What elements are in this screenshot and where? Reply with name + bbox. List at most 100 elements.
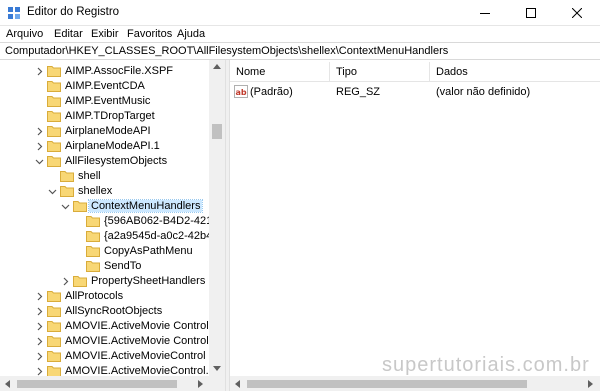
tree-item-label: AllProtocols xyxy=(65,290,124,302)
watermark: supertutoriais.com.br xyxy=(382,354,590,376)
folder-icon xyxy=(86,246,100,257)
tree-item[interactable]: AirplaneModeAPI.1 xyxy=(0,139,210,154)
tree-item-label: ContextMenuHandlers xyxy=(87,199,204,213)
chevron-right-icon[interactable] xyxy=(35,127,44,136)
folder-icon xyxy=(47,336,61,347)
title-bar[interactable]: Editor do Registro xyxy=(0,0,600,26)
tree-item[interactable]: SendTo xyxy=(0,259,210,274)
tree-item[interactable]: AMOVIE.ActiveMovie Control xyxy=(0,319,210,334)
chevron-right-icon[interactable] xyxy=(61,277,70,286)
tree-item-label: AIMP.TDropTarget xyxy=(65,110,155,122)
close-icon xyxy=(572,8,582,18)
value-type: REG_SZ xyxy=(336,86,381,98)
folder-icon xyxy=(47,96,61,107)
folder-icon xyxy=(60,171,74,182)
scroll-up-arrow-icon[interactable] xyxy=(213,64,221,69)
chevron-down-icon[interactable] xyxy=(61,202,70,211)
column-header-tipo[interactable]: Tipo xyxy=(336,66,357,78)
folder-icon xyxy=(73,201,87,212)
tree-item-label: AIMP.EventCDA xyxy=(65,80,145,92)
tree-item[interactable]: AIMP.TDropTarget xyxy=(0,109,210,124)
tree-item-label: shell xyxy=(78,170,101,182)
tree-item[interactable]: PropertySheetHandlers xyxy=(0,274,210,289)
list-horizontal-scrollbar[interactable] xyxy=(230,376,600,391)
tree-vertical-scrollbar[interactable] xyxy=(209,60,225,376)
string-value-icon: ab xyxy=(234,85,248,98)
chevron-right-icon[interactable] xyxy=(35,352,44,361)
tree-item[interactable]: AIMP.AssocFile.XSPF xyxy=(0,64,210,79)
tree-item-label: AirplaneModeAPI xyxy=(65,125,151,137)
scroll-right-arrow-icon[interactable] xyxy=(588,380,593,388)
address-path[interactable]: Computador\HKEY_CLASSES_ROOT\AllFilesyst… xyxy=(5,45,448,57)
tree-item[interactable]: {a2a9545d-a0c2-42b4-97 xyxy=(0,229,225,244)
folder-icon xyxy=(73,276,87,287)
menu-arquivo[interactable]: Arquivo xyxy=(6,28,43,40)
tree-item[interactable]: CopyAsPathMenu xyxy=(0,244,210,259)
folder-icon xyxy=(47,156,61,167)
value-name: (Padrão) xyxy=(250,86,293,98)
chevron-right-icon[interactable] xyxy=(35,292,44,301)
chevron-right-icon[interactable] xyxy=(35,337,44,346)
list-hscroll-thumb[interactable] xyxy=(247,380,527,388)
list-item[interactable]: ab (Padrão) REG_SZ (valor não definido) xyxy=(230,84,600,100)
tree-item-label: PropertySheetHandlers xyxy=(91,275,206,287)
tree-item-label: {596AB062-B4D2-4215-9 xyxy=(104,215,225,227)
menu-exibir[interactable]: Exibir xyxy=(91,28,119,40)
tree-item[interactable]: AllProtocols xyxy=(0,289,210,304)
column-header-dados[interactable]: Dados xyxy=(436,66,468,78)
tree-item-label: shellex xyxy=(78,185,113,197)
tree-item[interactable]: AIMP.EventMusic xyxy=(0,94,210,109)
address-bar[interactable]: Computador\HKEY_CLASSES_ROOT\AllFilesyst… xyxy=(0,42,600,60)
chevron-right-icon[interactable] xyxy=(35,367,44,376)
minimize-button[interactable] xyxy=(462,0,508,26)
tree-hscroll-thumb[interactable] xyxy=(17,380,177,388)
tree-item[interactable]: AllFilesystemObjects xyxy=(0,154,210,169)
tree-item[interactable]: AirplaneModeAPI xyxy=(0,124,210,139)
folder-icon xyxy=(47,306,61,317)
tree-item[interactable]: AMOVIE.ActiveMovieControl xyxy=(0,349,210,364)
tree-item-label: AMOVIE.ActiveMovie Control.2 xyxy=(65,335,218,347)
chevron-right-icon[interactable] xyxy=(35,322,44,331)
scroll-down-arrow-icon[interactable] xyxy=(213,366,221,371)
minimize-icon xyxy=(480,13,490,14)
menu-favoritos[interactable]: Favoritos xyxy=(127,28,172,40)
tree-item[interactable]: shellex xyxy=(0,184,210,199)
column-divider[interactable] xyxy=(429,62,430,82)
chevron-down-icon[interactable] xyxy=(35,157,44,166)
tree-item-label: CopyAsPathMenu xyxy=(104,245,193,257)
scroll-left-arrow-icon[interactable] xyxy=(235,380,240,388)
menu-ajuda[interactable]: Ajuda xyxy=(177,28,205,40)
chevron-right-icon[interactable] xyxy=(35,67,44,76)
folder-icon xyxy=(47,81,61,92)
tree-item[interactable]: AMOVIE.ActiveMovie Control.2 xyxy=(0,334,218,349)
column-divider[interactable] xyxy=(329,62,330,82)
values-list[interactable]: Nome Tipo Dados ab (Padrão) REG_SZ (valo… xyxy=(230,60,600,391)
tree-item[interactable]: ContextMenuHandlers xyxy=(0,199,210,214)
tree-item-label: AIMP.EventMusic xyxy=(65,95,151,107)
tree-horizontal-scrollbar[interactable] xyxy=(0,376,225,391)
folder-icon xyxy=(86,231,100,242)
tree-item[interactable]: AIMP.EventCDA xyxy=(0,79,210,94)
scroll-left-arrow-icon[interactable] xyxy=(5,380,10,388)
tree-item[interactable]: {596AB062-B4D2-4215-9 xyxy=(0,214,225,229)
registry-editor-icon xyxy=(7,6,21,20)
tree-scroll-thumb[interactable] xyxy=(212,124,222,139)
tree-item-label: AllFilesystemObjects xyxy=(65,155,168,167)
folder-icon xyxy=(47,321,61,332)
scroll-right-arrow-icon[interactable] xyxy=(198,380,203,388)
maximize-button[interactable] xyxy=(508,0,554,26)
chevron-down-icon[interactable] xyxy=(48,187,57,196)
folder-icon xyxy=(86,216,100,227)
chevron-right-icon[interactable] xyxy=(35,142,44,151)
close-button[interactable] xyxy=(554,0,600,26)
tree-item-label: SendTo xyxy=(104,260,142,272)
column-header-nome[interactable]: Nome xyxy=(236,66,265,78)
tree-item-label: AMOVIE.ActiveMovie Control xyxy=(65,320,209,332)
tree-item-label: AllSyncRootObjects xyxy=(65,305,163,317)
menu-editar[interactable]: Editar xyxy=(54,28,83,40)
registry-tree[interactable]: AIMP.AssocFile.XSPF AIMP.EventCDA AIMP.Eve… xyxy=(0,60,225,391)
tree-item[interactable]: shell xyxy=(0,169,210,184)
tree-item[interactable]: AllSyncRootObjects xyxy=(0,304,210,319)
chevron-right-icon[interactable] xyxy=(35,307,44,316)
value-data: (valor não definido) xyxy=(436,86,531,98)
